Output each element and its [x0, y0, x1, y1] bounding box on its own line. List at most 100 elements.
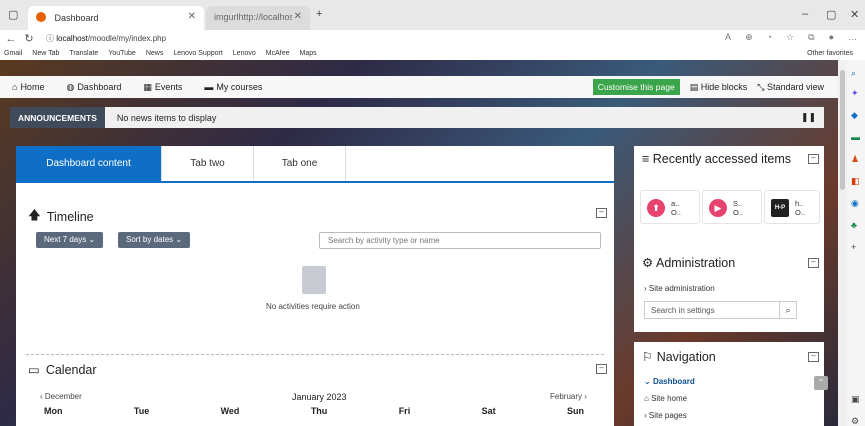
browser-tab-image[interactable]: imgurlhttp://localhost/moodle/ ✕: [206, 6, 310, 30]
tab-one[interactable]: Tab one: [254, 146, 346, 181]
other-favorites[interactable]: Other favorites: [807, 50, 853, 57]
nav-item-site-pages[interactable]: › Site pages: [644, 411, 687, 420]
recently-accessed-block: ≡ Recently accessed items – ⬆ a.. O.. ▶ S…: [634, 146, 824, 250]
favorite-star-icon[interactable]: ☆: [786, 32, 794, 43]
zoom-icon[interactable]: ⊕: [745, 32, 753, 43]
new-tab-icon[interactable]: +: [316, 8, 322, 20]
tag-icon[interactable]: ◆: [851, 110, 858, 121]
url-field[interactable]: ⓘ localhost/moodle/my/index.php: [46, 33, 166, 44]
bookmarks-bar: Gmail New Tab Translate YouTube News Len…: [0, 47, 865, 60]
collapse-recent-icon[interactable]: –: [808, 154, 819, 164]
moodle-page: ⌂ Home ◍ Dashboard ▦ Events ▬ My courses Cus…: [0, 60, 838, 426]
refresh-icon[interactable]: ↻: [22, 32, 36, 45]
bookmark-maps[interactable]: Maps: [299, 50, 316, 57]
close-window-icon[interactable]: ✕: [850, 8, 859, 21]
scrollbar-thumb[interactable]: [840, 70, 845, 190]
timeline-search-input[interactable]: Search by activity type or name: [319, 232, 601, 249]
recent-item[interactable]: ▶ S.. O..: [702, 190, 762, 224]
weekday-label: Wed: [220, 406, 240, 416]
main-content: Dashboard content Tab two Tab one 🡅 Timel…: [16, 146, 614, 426]
h5p-icon: H-P: [771, 199, 789, 217]
back-icon[interactable]: ←: [4, 33, 18, 45]
video-icon: ▶: [709, 199, 727, 217]
browser-tab-bar: ▢ Dashboard ✕ imgurlhttp://localhost/moo…: [0, 0, 865, 30]
browser-tab-dashboard[interactable]: Dashboard ✕: [28, 6, 204, 30]
collections-icon[interactable]: ⧉: [808, 32, 814, 43]
tab-dashboard-content[interactable]: Dashboard content: [16, 146, 162, 181]
profile-icon[interactable]: ●: [829, 32, 834, 43]
timeline-days-filter[interactable]: Next 7 days ⌄: [36, 232, 104, 248]
add-icon[interactable]: +: [851, 242, 856, 252]
content-tabs: Dashboard content Tab two Tab one: [16, 146, 614, 183]
bookmark-lenovo-support[interactable]: Lenovo Support: [173, 50, 222, 57]
customise-page-button[interactable]: Customise this page: [592, 79, 680, 95]
collapse-calendar-icon[interactable]: –: [596, 364, 607, 374]
back-to-top-button[interactable]: ⌃: [814, 376, 828, 390]
collapse-navigation-icon[interactable]: –: [808, 352, 819, 362]
bookmark-new-tab[interactable]: New Tab: [32, 50, 59, 57]
tab-two[interactable]: Tab two: [162, 146, 254, 181]
calendar-weekday-header: Mon Tue Wed Thu Fri Sat Sun: [44, 406, 584, 416]
calendar-current-month: January 2023: [292, 392, 347, 402]
nav-my-courses[interactable]: ▬ My courses: [204, 82, 262, 92]
home-icon: ⌂: [12, 82, 18, 92]
nav-home[interactable]: ⌂ Home: [12, 82, 44, 92]
more-icon[interactable]: …: [848, 32, 857, 43]
hide-blocks-icon: ▤: [689, 81, 701, 92]
arrow-up-icon: 🡅: [28, 208, 41, 222]
announcements-message: No news items to display: [116, 112, 217, 123]
read-aloud-icon[interactable]: A: [725, 32, 731, 43]
nav-dashboard[interactable]: ◍ Dashboard: [66, 82, 121, 93]
tree-icon[interactable]: ♣: [851, 220, 857, 230]
nav-events[interactable]: ▦ Events: [143, 82, 182, 93]
pause-icon[interactable]: ❚❚: [801, 112, 816, 123]
sidebar-toggle-icon[interactable]: ▣: [851, 394, 860, 405]
standard-view-button[interactable]: ⤡ Standard view: [757, 82, 824, 93]
nav-item-dashboard[interactable]: ⌄ Dashboard: [644, 377, 695, 386]
gears-icon: ⚙: [642, 256, 656, 270]
bookmark-lenovo[interactable]: Lenovo: [233, 50, 256, 57]
calendar-icon: ▦: [143, 81, 152, 92]
recent-title: ≡ Recently accessed items: [642, 152, 792, 166]
settings-icon[interactable]: ⚙: [851, 416, 859, 426]
timeline-title: 🡅 Timeline: [28, 206, 94, 227]
recent-item[interactable]: H-P h.. O..: [764, 190, 820, 224]
calendar-prev-month[interactable]: ‹ December: [40, 392, 82, 401]
timeline-sort-dropdown[interactable]: Sort by dates ⌄: [118, 232, 191, 248]
bookmark-gmail[interactable]: Gmail: [4, 50, 22, 57]
close-tab-icon[interactable]: ✕: [294, 11, 302, 22]
bookmark-mcafee[interactable]: McAfee: [266, 50, 290, 57]
search-icon[interactable]: ⌕: [779, 301, 797, 319]
bookmark-youtube[interactable]: YouTube: [108, 50, 136, 57]
navigation-block: ⚐ Navigation – ⌄ Dashboard ⌂ Site home ›…: [634, 342, 824, 426]
divider: [26, 354, 604, 355]
sitemap-icon: ⚐: [642, 350, 657, 364]
hide-blocks-button[interactable]: ▤ Hide blocks: [690, 82, 748, 93]
weekday-label: Mon: [44, 406, 63, 416]
page-scrollbar[interactable]: [838, 60, 847, 426]
search-icon[interactable]: ⌕: [851, 68, 856, 79]
settings-search-input[interactable]: Search in settings: [644, 301, 780, 319]
close-tab-icon[interactable]: ✕: [188, 11, 196, 22]
navigation-title: ⚐ Navigation: [642, 350, 716, 364]
nav-item-site-home[interactable]: ⌂ Site home: [644, 394, 687, 403]
maximize-icon[interactable]: ▢: [826, 8, 836, 21]
briefcase-icon[interactable]: ▬: [851, 132, 860, 142]
minimize-icon[interactable]: –: [802, 8, 808, 20]
calendar-next-month[interactable]: February ›: [550, 392, 587, 401]
tracking-icon[interactable]: ◔: [767, 32, 772, 43]
collapse-timeline-icon[interactable]: –: [596, 208, 607, 218]
announcements-bar: ANNOUNCEMENTS No news items to display ❚…: [10, 107, 824, 128]
chess-icon[interactable]: ♟: [851, 154, 859, 165]
recent-item[interactable]: ⬆ a.. O..: [640, 190, 700, 224]
collapse-admin-icon[interactable]: –: [808, 258, 819, 268]
expand-icon: ⤡: [757, 81, 767, 92]
tab-actions-icon[interactable]: ▢: [8, 8, 18, 21]
bookmark-news[interactable]: News: [146, 50, 164, 57]
weekday-label: Fri: [398, 406, 411, 416]
outlook-icon[interactable]: ◉: [851, 198, 859, 209]
site-administration-link[interactable]: › Site administration: [644, 284, 715, 293]
bookmark-translate[interactable]: Translate: [69, 50, 98, 57]
sparkle-icon[interactable]: ✦: [851, 88, 859, 99]
office-icon[interactable]: ◧: [851, 176, 860, 187]
